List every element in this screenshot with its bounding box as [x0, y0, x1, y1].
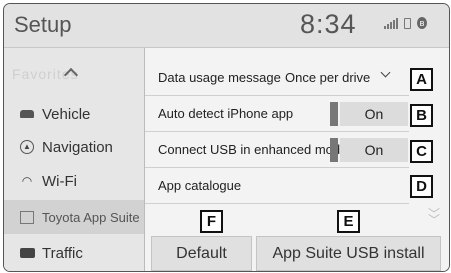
head-unit-screen: Setup 8:34 ʙ Favorites Vehicle ▲ Navigat…	[3, 3, 450, 272]
phone-battery-icon	[404, 18, 411, 29]
page-title: Setup	[14, 12, 72, 37]
wifi-icon: ◠	[21, 174, 33, 188]
bluetooth-icon: ʙ	[417, 17, 427, 29]
sidebar-item-navigation[interactable]: ▲ Navigation	[4, 132, 144, 162]
auto-detect-label: Auto detect iPhone app	[158, 106, 294, 121]
callout-c: C	[410, 140, 433, 163]
car-icon	[16, 110, 38, 118]
compass-icon: ▲	[16, 140, 38, 154]
default-button[interactable]: Default	[151, 236, 252, 271]
sidebar-item-toyota-app-suite[interactable]: Toyota App Suite	[4, 200, 144, 234]
data-usage-value: Once per drive	[285, 70, 371, 85]
connect-usb-label: Connect USB in enhanced mode	[158, 142, 348, 157]
toggle-indicator	[330, 138, 338, 162]
data-usage-row[interactable]: Data usage message Once per drive	[145, 60, 409, 96]
app-suite-usb-install-button[interactable]: App Suite USB install	[256, 236, 441, 271]
top-bar: Setup 8:34 ʙ	[4, 4, 449, 48]
sidebar-item-label: Navigation	[42, 138, 113, 156]
sidebar-item-label: Wi-Fi	[42, 172, 77, 190]
connect-usb-toggle[interactable]: On	[340, 138, 408, 162]
signal-icon	[384, 17, 398, 29]
app-catalogue-label: App catalogue	[158, 178, 242, 193]
sidebar-item-label: Traffic	[42, 244, 83, 262]
sidebar-item-wifi[interactable]: ◠ Wi-Fi	[4, 166, 144, 196]
clock: 8:34	[300, 9, 357, 39]
toggle-indicator	[330, 102, 338, 126]
auto-detect-row[interactable]: Auto detect iPhone app On	[145, 96, 409, 132]
sidebar-item-label: Vehicle	[42, 105, 91, 123]
sidebar: Favorites Vehicle ▲ Navigation ◠ Wi-Fi T…	[4, 48, 145, 271]
sidebar-item-label: Toyota App Suite	[42, 209, 140, 225]
app-suite-icon	[16, 210, 38, 224]
sidebar-item-traffic[interactable]: Traffic	[4, 238, 144, 268]
callout-d: D	[410, 175, 433, 198]
callout-f: F	[200, 210, 223, 233]
status-icons: ʙ	[384, 17, 427, 29]
data-usage-label: Data usage message	[158, 70, 281, 85]
callout-a: A	[410, 68, 433, 91]
sidebar-item-vehicle[interactable]: Vehicle	[4, 99, 144, 129]
settings-list: Data usage message Once per drive Auto d…	[145, 48, 449, 271]
chevron-down-icon	[380, 67, 391, 78]
callout-e: E	[337, 210, 360, 233]
auto-detect-toggle[interactable]: On	[340, 102, 408, 126]
callout-b: B	[410, 104, 433, 127]
connect-usb-row[interactable]: Connect USB in enhanced mode On	[145, 132, 409, 168]
scroll-down-icon[interactable]: ﹀ ﹀	[428, 208, 440, 226]
app-catalogue-row[interactable]: App catalogue	[145, 168, 409, 204]
traffic-icon	[16, 248, 38, 258]
